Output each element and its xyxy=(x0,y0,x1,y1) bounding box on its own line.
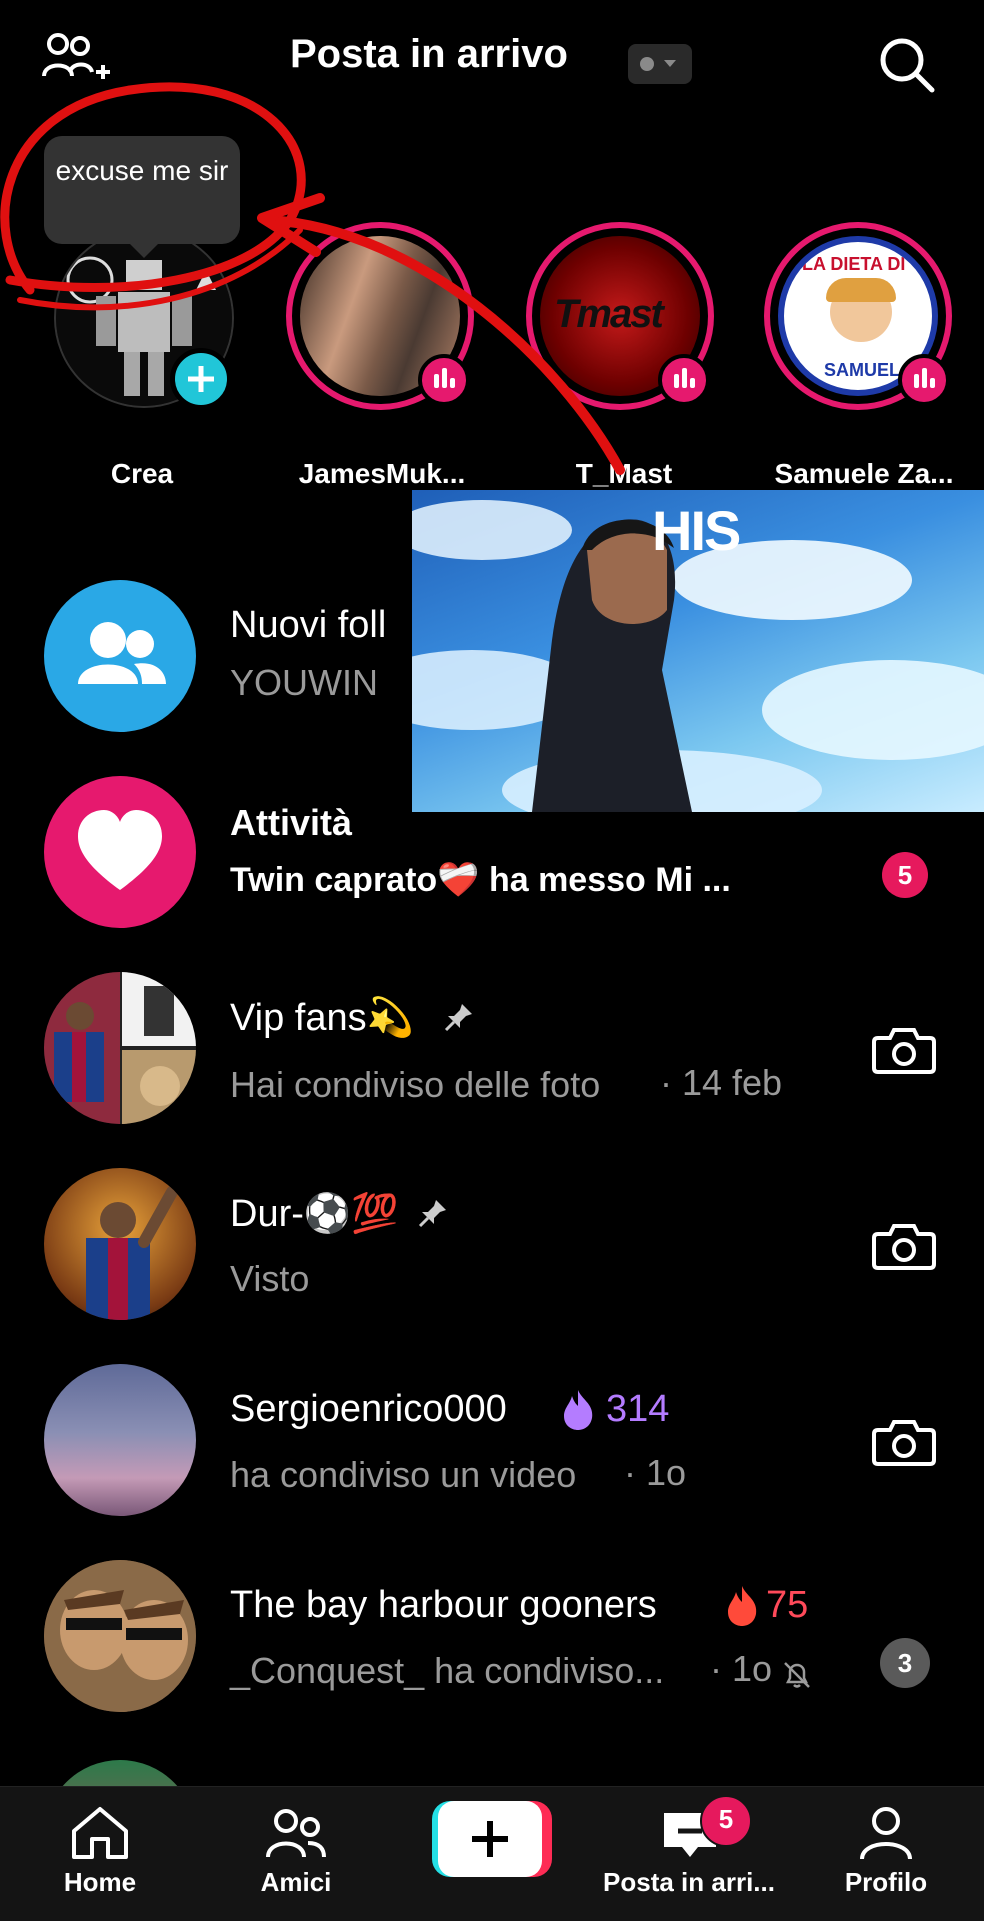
nav-label: Posta in arri... xyxy=(603,1867,775,1897)
profile-icon xyxy=(860,1807,912,1860)
unread-badge: 5 xyxy=(882,852,928,898)
row-title: Attività xyxy=(230,802,353,843)
list-item-sergioenrico[interactable]: Sergioenrico000 314 ha condiviso un vide… xyxy=(0,1354,984,1524)
row-title: The bay harbour gooners xyxy=(230,1584,657,1626)
red-annotation-drawing xyxy=(0,82,625,475)
bottom-nav: Home Amici 5 Posta in arri... Profilo xyxy=(0,1786,984,1921)
list-item-activity[interactable]: Attività Twin caprato❤️‍🩹 ha messo Mi ..… xyxy=(0,766,984,936)
flame-icon xyxy=(560,1388,596,1437)
contact-avatar xyxy=(44,1168,196,1320)
list-item-dur[interactable]: Dur-⚽💯 Visto xyxy=(0,1158,984,1328)
pin-icon xyxy=(444,1002,474,1037)
nav-inbox[interactable]: 5 Posta in arri... xyxy=(586,1795,792,1915)
nav-label: Home xyxy=(63,1867,137,1897)
followers-icon xyxy=(78,622,166,684)
video-caption: HIS xyxy=(652,499,741,562)
row-time: · 1o xyxy=(710,1648,773,1689)
list-item-bay-harbour[interactable]: The bay harbour gooners 75 _Conquest_ ha… xyxy=(0,1550,984,1720)
row-subtitle: YOUWIN xyxy=(230,662,378,703)
story-label-samuele: Samuele Za... xyxy=(774,458,954,489)
search-icon[interactable] xyxy=(876,34,938,96)
dieta-logo-text: LA DIETA DI xyxy=(802,254,906,274)
dieta-logo-text: SAMUEL xyxy=(824,360,900,380)
row-subtitle: Twin caprato❤️‍🩹 ha messo Mi ... xyxy=(230,861,731,899)
row-title: Sergioenrico000 xyxy=(230,1388,507,1430)
row-time: · 1o xyxy=(624,1452,687,1493)
row-title: Dur-⚽💯 xyxy=(230,1193,399,1235)
list-item-vip-fans[interactable]: Vip fans💫 Hai condiviso delle foto · 14 … xyxy=(0,962,984,1132)
streak-count: 314 xyxy=(606,1388,670,1430)
video-overlay[interactable]: HIS xyxy=(412,490,984,812)
row-title: Vip fans💫 xyxy=(230,997,414,1039)
group-avatar xyxy=(44,1560,196,1712)
camera-icon[interactable] xyxy=(872,1220,936,1277)
nav-label: Amici xyxy=(260,1867,332,1897)
inbox-badge: 5 xyxy=(700,1795,752,1847)
pin-icon xyxy=(418,1198,448,1233)
friends-icon xyxy=(266,1809,326,1858)
nav-profile[interactable]: Profilo xyxy=(826,1805,946,1915)
chevron-down-icon xyxy=(664,60,676,67)
new-followers-avatar xyxy=(44,580,196,732)
row-subtitle: Hai condiviso delle foto xyxy=(230,1064,601,1105)
nav-home[interactable]: Home xyxy=(40,1805,160,1915)
status-dot-icon xyxy=(640,57,654,71)
live-icon xyxy=(898,354,950,406)
home-icon xyxy=(72,1807,128,1859)
tooltip-bubble: excuse me sir xyxy=(44,136,240,258)
group-avatar xyxy=(44,972,196,1124)
create-button[interactable] xyxy=(432,1801,552,1877)
live-icon xyxy=(658,354,710,406)
plus-icon xyxy=(472,1821,508,1857)
row-time: · 14 feb xyxy=(660,1062,783,1103)
heart-icon xyxy=(78,810,162,890)
contact-avatar xyxy=(44,1364,196,1516)
row-subtitle: Visto xyxy=(230,1258,310,1299)
row-subtitle: ha condiviso un video xyxy=(230,1454,577,1495)
camera-icon[interactable] xyxy=(872,1024,936,1081)
nav-friends[interactable]: Amici xyxy=(236,1805,356,1915)
unread-badge: 3 xyxy=(880,1638,930,1688)
list-item-partial[interactable] xyxy=(44,1760,196,1786)
nav-label: Profilo xyxy=(844,1867,928,1897)
row-subtitle: _Conquest_ ha condiviso... xyxy=(230,1650,665,1691)
row-title: Nuovi foll xyxy=(230,604,387,646)
streak-count: 75 xyxy=(766,1584,809,1626)
mute-bell-icon xyxy=(782,1660,812,1695)
flame-icon xyxy=(724,1584,760,1633)
camera-icon[interactable] xyxy=(872,1416,936,1473)
activity-avatar xyxy=(44,776,196,928)
